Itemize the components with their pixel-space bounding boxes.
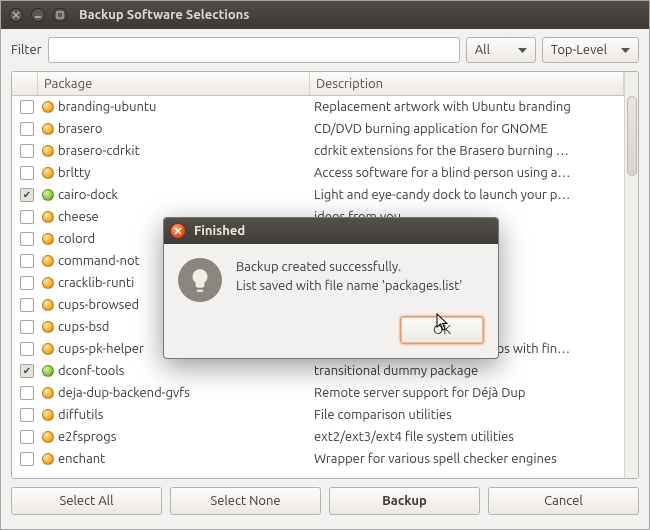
mouse-cursor-icon bbox=[435, 313, 453, 334]
package-name: enchant bbox=[58, 452, 314, 466]
row-checkbox[interactable] bbox=[20, 298, 34, 312]
package-status-icon bbox=[42, 211, 54, 223]
package-status-icon bbox=[42, 431, 54, 443]
main-window: Backup Software Selections Filter All To… bbox=[0, 0, 650, 530]
row-checkbox[interactable] bbox=[20, 254, 34, 268]
package-name: e2fsprogs bbox=[58, 430, 314, 444]
row-checkbox[interactable] bbox=[20, 320, 34, 334]
filter-label: Filter bbox=[11, 43, 42, 57]
window-title: Backup Software Selections bbox=[79, 8, 249, 22]
scrollbar[interactable] bbox=[624, 72, 638, 478]
package-status-icon bbox=[42, 145, 54, 157]
close-window-icon[interactable] bbox=[9, 8, 23, 22]
cancel-button[interactable]: Cancel bbox=[488, 487, 639, 515]
package-status-icon bbox=[42, 453, 54, 465]
table-row[interactable]: enchantWrapper for various spell checker… bbox=[12, 448, 624, 470]
row-checkbox[interactable] bbox=[20, 232, 34, 246]
chevron-down-icon bbox=[621, 43, 630, 57]
package-description: Remote server support for Déjà Dup bbox=[314, 386, 620, 400]
package-description: ext2/ext3/ext4 file system utilities bbox=[314, 430, 620, 444]
finished-dialog: Finished Backup created successfully. Li… bbox=[163, 217, 499, 359]
column-header-package[interactable]: Package bbox=[38, 72, 310, 95]
column-header-description[interactable]: Description bbox=[310, 72, 624, 95]
package-name: branding-ubuntu bbox=[58, 100, 314, 114]
level-dropdown-value: Top-Level bbox=[551, 43, 607, 57]
package-description: Replacement artwork with Ubuntu branding bbox=[314, 100, 620, 114]
package-status-icon bbox=[42, 233, 54, 245]
package-description: File comparison utilities bbox=[314, 408, 620, 422]
package-status-icon bbox=[42, 189, 54, 201]
table-row[interactable]: dconf-toolstransitional dummy package bbox=[12, 360, 624, 382]
row-checkbox[interactable] bbox=[20, 364, 34, 378]
dialog-message-line2: List saved with file name 'packages.list… bbox=[236, 277, 462, 296]
lightbulb-icon bbox=[178, 258, 222, 302]
package-status-icon bbox=[42, 343, 54, 355]
package-status-icon bbox=[42, 365, 54, 377]
select-all-button[interactable]: Select All bbox=[11, 487, 162, 515]
table-header: Package Description bbox=[12, 72, 624, 96]
table-row[interactable]: brlttyAccess software for a blind person… bbox=[12, 162, 624, 184]
dialog-message: Backup created successfully. List saved … bbox=[236, 258, 462, 302]
package-name: deja-dup-backend-gvfs bbox=[58, 386, 314, 400]
footer: Select All Select None Backup Cancel bbox=[1, 479, 649, 523]
package-status-icon bbox=[42, 123, 54, 135]
package-status-icon bbox=[42, 277, 54, 289]
package-name: cairo-dock bbox=[58, 188, 314, 202]
row-checkbox[interactable] bbox=[20, 430, 34, 444]
package-name: brasero bbox=[58, 122, 314, 136]
row-checkbox[interactable] bbox=[20, 210, 34, 224]
package-description: Access software for a blind person using… bbox=[314, 166, 620, 180]
table-row[interactable]: braseroCD/DVD burning application for GN… bbox=[12, 118, 624, 140]
table-row[interactable]: cairo-dockLight and eye-candy dock to la… bbox=[12, 184, 624, 206]
row-checkbox[interactable] bbox=[20, 342, 34, 356]
level-dropdown[interactable]: Top-Level bbox=[542, 37, 639, 63]
table-row[interactable]: diffutilsFile comparison utilities bbox=[12, 404, 624, 426]
package-description: Wrapper for various spell checker engine… bbox=[314, 452, 620, 466]
package-status-icon bbox=[42, 321, 54, 333]
package-status-icon bbox=[42, 409, 54, 421]
scope-dropdown-value: All bbox=[475, 43, 490, 57]
package-status-icon bbox=[42, 387, 54, 399]
package-name: dconf-tools bbox=[58, 364, 314, 378]
chevron-down-icon bbox=[518, 43, 527, 57]
dialog-message-line1: Backup created successfully. bbox=[236, 258, 462, 277]
row-checkbox[interactable] bbox=[20, 166, 34, 180]
package-name: diffutils bbox=[58, 408, 314, 422]
row-checkbox[interactable] bbox=[20, 408, 34, 422]
titlebar: Backup Software Selections bbox=[1, 1, 649, 29]
package-description: CD/DVD burning application for GNOME bbox=[314, 122, 620, 136]
row-checkbox[interactable] bbox=[20, 276, 34, 290]
package-status-icon bbox=[42, 255, 54, 267]
table-row[interactable]: brasero-cdrkitcdrkit extensions for the … bbox=[12, 140, 624, 162]
dialog-titlebar: Finished bbox=[164, 218, 498, 244]
row-checkbox[interactable] bbox=[20, 452, 34, 466]
close-icon[interactable] bbox=[170, 223, 186, 239]
package-status-icon bbox=[42, 299, 54, 311]
maximize-window-icon[interactable] bbox=[53, 8, 67, 22]
row-checkbox[interactable] bbox=[20, 122, 34, 136]
package-status-icon bbox=[42, 167, 54, 179]
package-description: transitional dummy package bbox=[314, 364, 620, 378]
minimize-window-icon[interactable] bbox=[31, 8, 45, 22]
package-status-icon bbox=[42, 101, 54, 113]
row-checkbox[interactable] bbox=[20, 100, 34, 114]
scrollbar-thumb[interactable] bbox=[627, 96, 637, 176]
column-header-checkbox[interactable] bbox=[12, 72, 38, 95]
table-row[interactable]: e2fsprogsext2/ext3/ext4 file system util… bbox=[12, 426, 624, 448]
row-checkbox[interactable] bbox=[20, 188, 34, 202]
package-name: brasero-cdrkit bbox=[58, 144, 314, 158]
package-description: Light and eye-candy dock to launch your … bbox=[314, 188, 620, 202]
filter-bar: Filter All Top-Level bbox=[1, 29, 649, 71]
select-none-button[interactable]: Select None bbox=[170, 487, 321, 515]
table-row[interactable]: deja-dup-backend-gvfsRemote server suppo… bbox=[12, 382, 624, 404]
table-row[interactable]: branding-ubuntuReplacement artwork with … bbox=[12, 96, 624, 118]
row-checkbox[interactable] bbox=[20, 144, 34, 158]
dialog-title: Finished bbox=[194, 224, 245, 238]
row-checkbox[interactable] bbox=[20, 386, 34, 400]
backup-button[interactable]: Backup bbox=[329, 487, 480, 515]
package-description: cdrkit extensions for the Brasero burnin… bbox=[314, 144, 620, 158]
filter-input[interactable] bbox=[48, 37, 460, 63]
package-name: brltty bbox=[58, 166, 314, 180]
scope-dropdown[interactable]: All bbox=[466, 37, 536, 63]
